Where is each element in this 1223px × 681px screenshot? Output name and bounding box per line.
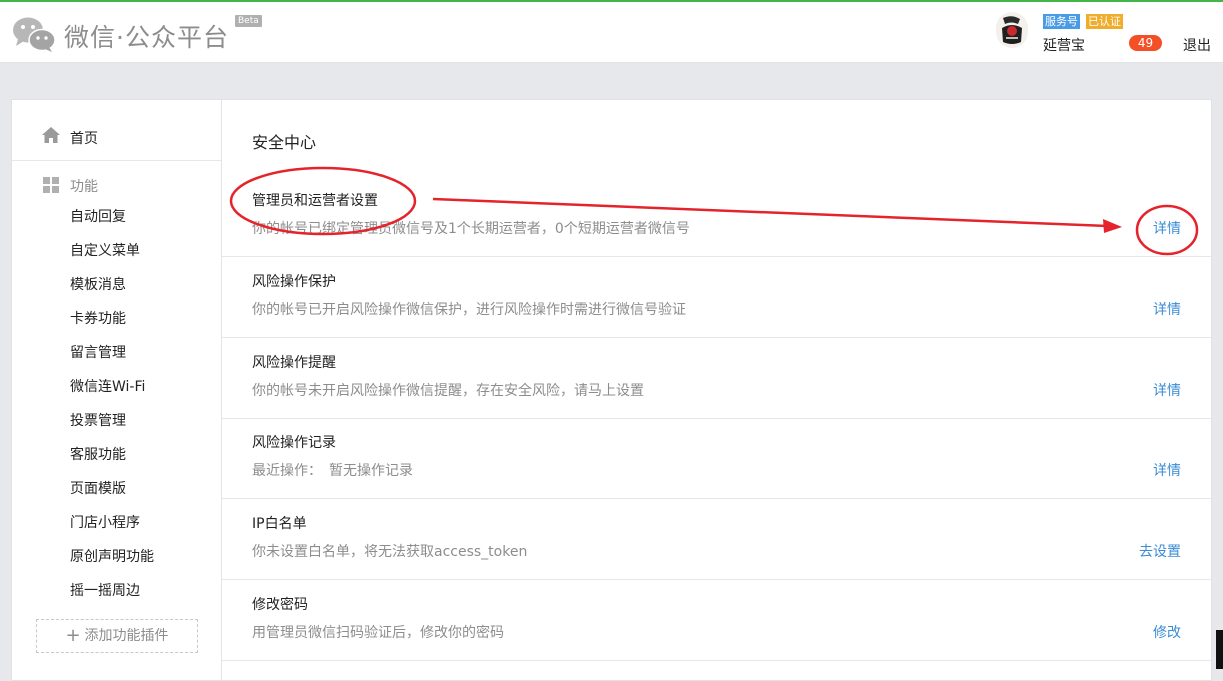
logout-link[interactable]: 退出 <box>1183 35 1211 55</box>
sidebar-section-functions: 功能 <box>12 176 221 196</box>
row-description: 你的帐号未开启风险操作微信提醒，存在安全风险，请马上设置 <box>252 383 644 399</box>
sidebar-item-original-declaration[interactable]: 原创声明功能 <box>70 547 154 581</box>
screen-edge <box>1216 630 1223 669</box>
add-plugin-button[interactable]: + 添加功能插件 <box>36 619 198 653</box>
details-link[interactable]: 详情 <box>1153 218 1181 238</box>
sidebar-item-auto-reply[interactable]: 自动回复 <box>70 207 154 241</box>
row-title: 风险操作提醒 <box>252 355 336 371</box>
notification-count-badge[interactable]: 49 <box>1129 35 1162 51</box>
grid-icon <box>43 177 59 193</box>
sidebar-item-shake[interactable]: 摇一摇周边 <box>70 581 154 615</box>
security-center: 安全中心 管理员和运营者设置 你的帐号已绑定管理员微信号及1个长期运营者，0个短… <box>222 100 1211 680</box>
row-title: IP白名单 <box>252 516 307 532</box>
row-title: 修改密码 <box>252 597 308 613</box>
modify-link[interactable]: 修改 <box>1153 622 1181 642</box>
account-name[interactable]: 延营宝 <box>1043 35 1085 55</box>
sidebar-home-label: 首页 <box>70 131 98 147</box>
avatar[interactable] <box>996 12 1028 48</box>
sidebar-item-comments[interactable]: 留言管理 <box>70 343 154 377</box>
sidebar-item-template-message[interactable]: 模板消息 <box>70 275 154 309</box>
sidebar-item-vote[interactable]: 投票管理 <box>70 411 154 445</box>
row-description: 用管理员微信扫码验证后，修改你的密码 <box>252 625 504 641</box>
sidebar-section-label: 功能 <box>70 179 98 195</box>
settings-row-ip-whitelist: IP白名单 你未设置白名单，将无法获取access_token 去设置 <box>222 499 1211 580</box>
details-link[interactable]: 详情 <box>1153 460 1181 480</box>
settings-row-risk-log: 风险操作记录 最近操作： 暂无操作记录 详情 <box>222 418 1211 499</box>
verified-badge: 已认证 <box>1086 14 1123 29</box>
plus-icon: + <box>65 625 81 646</box>
settings-row-password: 修改密码 用管理员微信扫码验证后，修改你的密码 修改 <box>222 580 1211 661</box>
sidebar-item-wifi[interactable]: 微信连Wi-Fi <box>70 377 154 411</box>
row-description: 最近操作： 暂无操作记录 <box>252 463 413 479</box>
sidebar-item-page-template[interactable]: 页面模版 <box>70 479 154 513</box>
settings-row-risk-alert: 风险操作提醒 你的帐号未开启风险操作微信提醒，存在安全风险，请马上设置 详情 <box>222 338 1211 419</box>
home-icon <box>42 127 60 143</box>
row-title: 风险操作记录 <box>252 435 336 451</box>
wechat-logo-icon <box>13 17 56 52</box>
sidebar-menu: 自动回复 自定义菜单 模板消息 卡券功能 留言管理 微信连Wi-Fi 投票管理 … <box>70 207 154 615</box>
details-link[interactable]: 详情 <box>1153 380 1181 400</box>
sidebar-item-custom-menu[interactable]: 自定义菜单 <box>70 241 154 275</box>
settings-row-risk-protection: 风险操作保护 你的帐号已开启风险操作微信保护，进行风险操作时需进行微信号验证 详… <box>222 257 1211 338</box>
page-title: 安全中心 <box>252 133 317 152</box>
sidebar-item-customer-service[interactable]: 客服功能 <box>70 445 154 479</box>
service-account-badge: 服务号 <box>1043 14 1080 29</box>
row-description: 你未设置白名单，将无法获取access_token <box>252 544 528 560</box>
row-title: 管理员和运营者设置 <box>252 193 378 209</box>
add-plugin-label: 添加功能插件 <box>84 628 169 644</box>
sidebar-item-store-miniprogram[interactable]: 门店小程序 <box>70 513 154 547</box>
brand-title[interactable]: 微信·公众平台 <box>64 18 229 54</box>
top-header: 微信·公众平台 Beta 服务号 已认证 延营宝 49 退出 <box>0 2 1223 63</box>
sidebar: 首页 功能 自动回复 自定义菜单 模板消息 卡券功能 留言管理 微信连Wi-Fi… <box>12 100 222 680</box>
row-title: 风险操作保护 <box>252 274 336 290</box>
details-link[interactable]: 详情 <box>1153 299 1181 319</box>
sidebar-item-home[interactable]: 首页 <box>12 100 221 161</box>
content-panel: 首页 功能 自动回复 自定义菜单 模板消息 卡券功能 留言管理 微信连Wi-Fi… <box>11 99 1212 681</box>
row-description: 你的帐号已开启风险操作微信保护，进行风险操作时需进行微信号验证 <box>252 302 686 318</box>
settings-row-admin: 管理员和运营者设置 你的帐号已绑定管理员微信号及1个长期运营者，0个短期运营者微… <box>222 176 1211 257</box>
setup-link[interactable]: 去设置 <box>1139 541 1181 561</box>
beta-badge: Beta <box>235 15 262 27</box>
sidebar-item-cards[interactable]: 卡券功能 <box>70 309 154 343</box>
row-description: 你的帐号已绑定管理员微信号及1个长期运营者，0个短期运营者微信号 <box>252 221 690 237</box>
avatar-image <box>996 12 1028 48</box>
